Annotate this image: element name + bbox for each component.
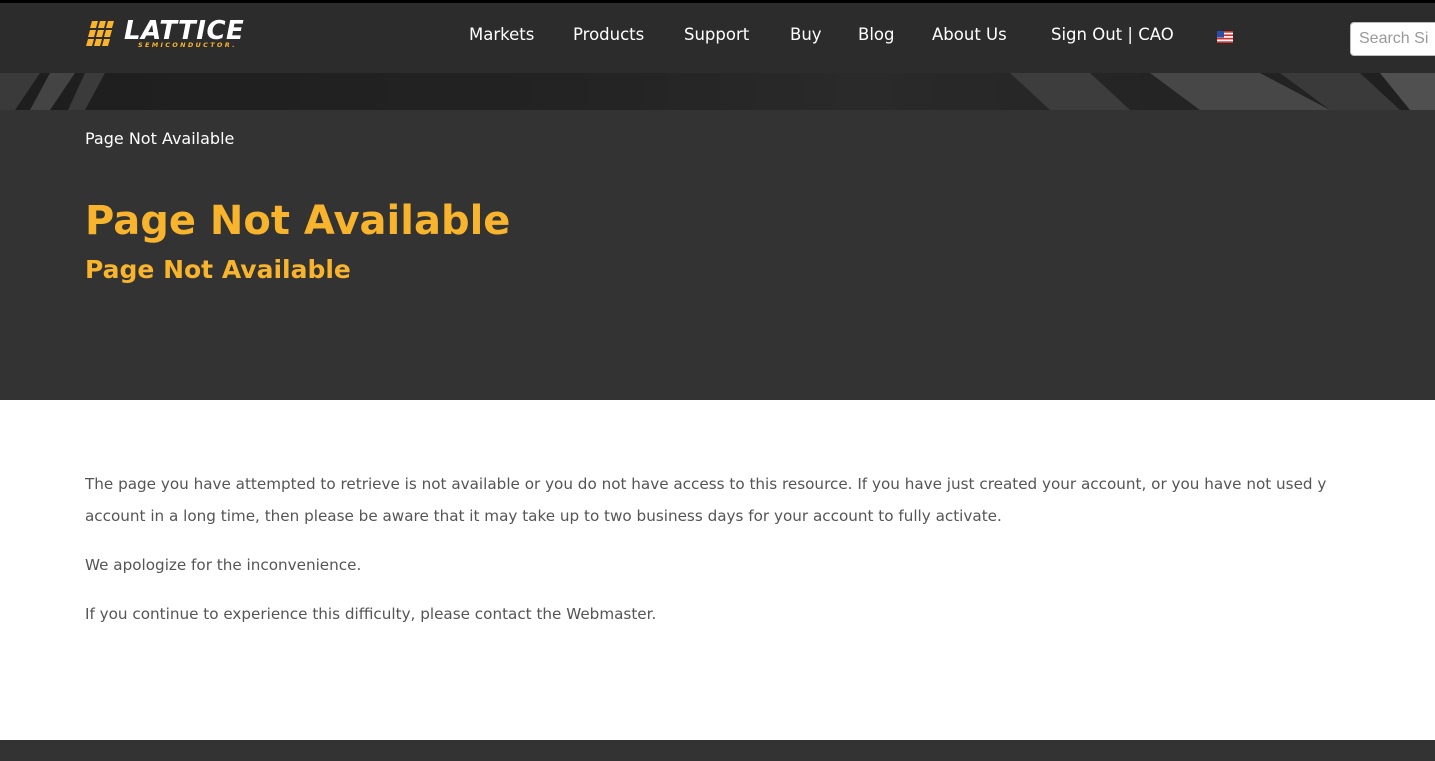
- top-navigation-bar: LATTICE SEMICONDUCTOR. Markets Products …: [0, 0, 1435, 73]
- footer: [0, 740, 1435, 761]
- nav-item-blog[interactable]: Blog: [858, 25, 894, 44]
- page-header-section: Page Not Available Page Not Available Pa…: [0, 110, 1435, 400]
- search-input[interactable]: [1350, 22, 1435, 56]
- main-content: The page you have attempted to retrieve …: [85, 468, 1435, 630]
- page-title: Page Not Available: [85, 198, 511, 244]
- page-subtitle: Page Not Available: [85, 255, 351, 284]
- lattice-logo[interactable]: LATTICE SEMICONDUCTOR.: [86, 16, 266, 52]
- error-message-line-1: The page you have attempted to retrieve …: [85, 475, 1327, 493]
- nav-item-buy[interactable]: Buy: [790, 25, 822, 44]
- contact-webmaster-paragraph: If you continue to experience this diffi…: [85, 605, 657, 623]
- error-message-paragraph: The page you have attempted to retrieve …: [85, 468, 1435, 532]
- nav-item-markets[interactable]: Markets: [469, 25, 534, 44]
- lattice-logo-mark-icon: [86, 21, 114, 46]
- nav-item-about-us[interactable]: About Us: [932, 25, 1007, 44]
- us-flag-icon[interactable]: [1217, 31, 1233, 43]
- banner-decoration: [0, 73, 1435, 110]
- apology-paragraph: We apologize for the inconvenience.: [85, 556, 362, 574]
- logo-tagline: SEMICONDUCTOR.: [138, 41, 237, 49]
- error-message-line-2: account in a long time, then please be a…: [85, 507, 1002, 525]
- nav-item-products[interactable]: Products: [573, 25, 644, 44]
- banner-image-strip: [0, 73, 1435, 110]
- breadcrumb: Page Not Available: [85, 129, 235, 148]
- nav-item-sign-out[interactable]: Sign Out | CAO: [1051, 25, 1174, 44]
- nav-item-support[interactable]: Support: [684, 25, 749, 44]
